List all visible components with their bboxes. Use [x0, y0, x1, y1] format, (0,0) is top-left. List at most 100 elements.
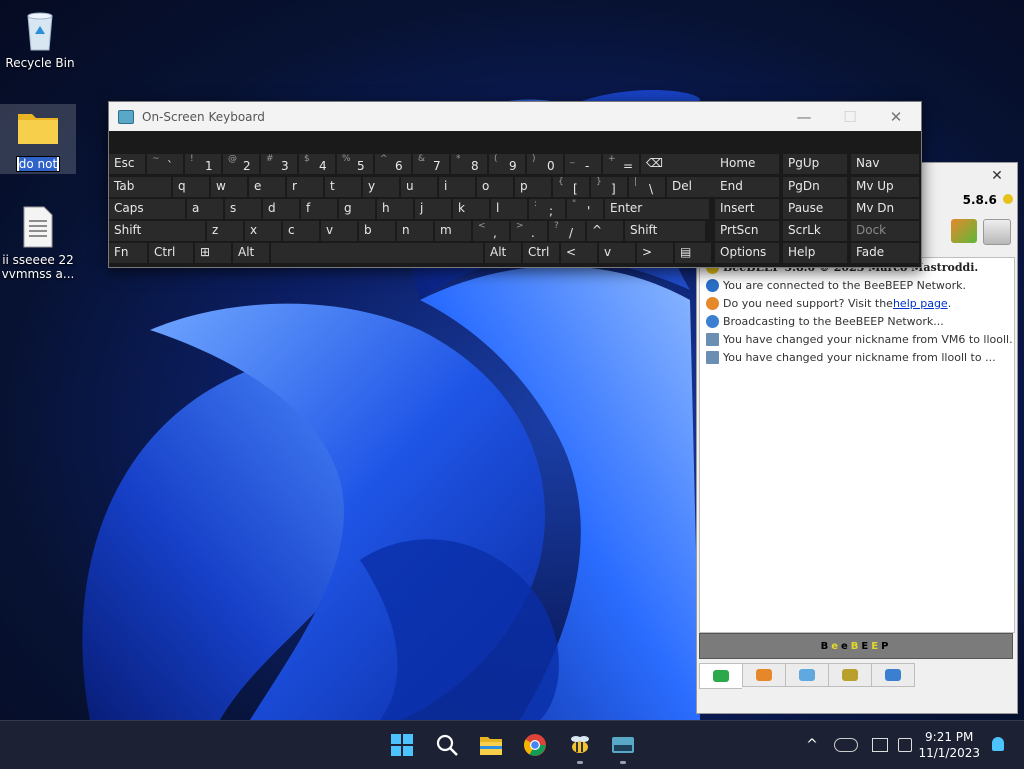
key-7[interactable]: & 7: [413, 154, 449, 174]
key-alt[interactable]: Alt: [233, 243, 269, 263]
key-pgdn[interactable]: PgDn: [783, 177, 847, 197]
key-8[interactable]: * 8: [451, 154, 487, 174]
desktop-icon-text-file[interactable]: ii sseeee 22 vvmmss a...: [0, 205, 76, 281]
key-1[interactable]: ! 1: [185, 154, 221, 174]
key-q[interactable]: q: [173, 177, 209, 197]
key-m[interactable]: m: [435, 221, 471, 241]
key-tab[interactable]: Tab: [109, 177, 171, 197]
key-6[interactable]: ^ 6: [375, 154, 411, 174]
key-end[interactable]: End: [715, 177, 779, 197]
key-[interactable]: " ': [567, 199, 603, 219]
key-g[interactable]: g: [339, 199, 375, 219]
key-[interactable]: ? /: [549, 221, 585, 241]
key-r[interactable]: r: [287, 177, 323, 197]
key-[interactable]: <,: [473, 221, 509, 241]
key-c[interactable]: c: [283, 221, 319, 241]
key-fade[interactable]: Fade: [851, 243, 919, 263]
start-button[interactable]: [390, 733, 414, 757]
key-o[interactable]: o: [477, 177, 513, 197]
desktop-icon-recycle-bin[interactable]: Recycle Bin: [2, 8, 78, 70]
key-[interactable]: | \: [629, 177, 665, 197]
key-pause[interactable]: Pause: [783, 199, 847, 219]
key-[interactable]: <: [561, 243, 597, 263]
key-l[interactable]: l: [491, 199, 527, 219]
key-j[interactable]: j: [415, 199, 451, 219]
key-p[interactable]: p: [515, 177, 551, 197]
key-pgup[interactable]: PgUp: [783, 154, 847, 174]
onedrive-offline-icon[interactable]: [834, 738, 858, 752]
trash-icon[interactable]: [983, 219, 1011, 245]
beebeep-taskbar-button[interactable]: [568, 733, 592, 757]
key-[interactable]: {[: [553, 177, 589, 197]
key-insert[interactable]: Insert: [715, 199, 779, 219]
key-mvup[interactable]: Mv Up: [851, 177, 919, 197]
key-y[interactable]: y: [363, 177, 399, 197]
key-0[interactable]: ) 0: [527, 154, 563, 174]
rename-field[interactable]: do not: [15, 156, 61, 172]
chrome-button[interactable]: [523, 733, 547, 757]
tab-groups[interactable]: [828, 663, 871, 687]
key-5[interactable]: % 5: [337, 154, 373, 174]
key-[interactable]: _ -: [565, 154, 601, 174]
key-[interactable]: }]: [591, 177, 627, 197]
key-esc[interactable]: Esc: [109, 154, 145, 174]
volume-muted-icon[interactable]: [898, 738, 912, 752]
key-[interactable]: + =: [603, 154, 639, 174]
key-f[interactable]: f: [301, 199, 337, 219]
key-u[interactable]: u: [401, 177, 437, 197]
show-hidden-icons-button[interactable]: ^: [800, 737, 824, 753]
key-k[interactable]: k: [453, 199, 489, 219]
key-shift[interactable]: Shift: [109, 221, 205, 241]
key-3[interactable]: #3: [261, 154, 297, 174]
desktop-icon-folder[interactable]: do not: [0, 104, 76, 174]
key-enter[interactable]: Enter: [605, 199, 709, 219]
tab-chats[interactable]: [785, 663, 828, 687]
key-[interactable]: ~ `: [147, 154, 183, 174]
key-d[interactable]: d: [263, 199, 299, 219]
key-n[interactable]: n: [397, 221, 433, 241]
key-[interactable]: >.: [511, 221, 547, 241]
key-scrlk[interactable]: ScrLk: [783, 221, 847, 241]
key-fn[interactable]: Fn: [109, 243, 147, 263]
tab-users[interactable]: [742, 663, 785, 687]
tab-chat[interactable]: [699, 663, 742, 689]
key-2[interactable]: @2: [223, 154, 259, 174]
key-ctrl[interactable]: Ctrl: [523, 243, 559, 263]
key-b[interactable]: b: [359, 221, 395, 241]
search-button[interactable]: [435, 733, 459, 757]
key-shift[interactable]: Shift: [625, 221, 705, 241]
key-[interactable]: >: [637, 243, 673, 263]
chat-log[interactable]: BeeBEEP 5.8.6 © 2023 Marco Mastroddi. Yo…: [699, 257, 1015, 633]
key-prtscn[interactable]: PrtScn: [715, 221, 779, 241]
key-4[interactable]: $4: [299, 154, 335, 174]
key-[interactable]: ⌫: [641, 154, 719, 174]
network-icon[interactable]: [872, 738, 888, 752]
key-[interactable]: :;: [529, 199, 565, 219]
osk-taskbar-button[interactable]: [611, 733, 635, 757]
key-v[interactable]: v: [321, 221, 357, 241]
key-e[interactable]: e: [249, 177, 285, 197]
key-t[interactable]: t: [325, 177, 361, 197]
key-space[interactable]: [271, 243, 483, 263]
key-options[interactable]: Options: [715, 243, 779, 263]
key-x[interactable]: x: [245, 221, 281, 241]
notification-bell-icon[interactable]: [992, 737, 1004, 751]
tab-network[interactable]: [871, 663, 915, 687]
key-w[interactable]: w: [211, 177, 247, 197]
key-h[interactable]: h: [377, 199, 413, 219]
key-a[interactable]: a: [187, 199, 223, 219]
close-button[interactable]: ✕: [873, 102, 919, 131]
key-[interactable]: ^: [587, 221, 623, 241]
search-icon[interactable]: [919, 219, 945, 243]
key-[interactable]: ⊞: [195, 243, 231, 263]
file-explorer-button[interactable]: [479, 733, 503, 757]
key-nav[interactable]: Nav: [851, 154, 919, 174]
key-mvdn[interactable]: Mv Dn: [851, 199, 919, 219]
update-icon[interactable]: [951, 219, 977, 243]
beebeep-close-button[interactable]: ✕: [977, 168, 1017, 184]
key-9[interactable]: (9: [489, 154, 525, 174]
key-z[interactable]: z: [207, 221, 243, 241]
taskbar-clock[interactable]: 9:21 PM 11/1/2023: [918, 729, 980, 761]
key-caps[interactable]: Caps: [109, 199, 185, 219]
minimize-button[interactable]: —: [781, 102, 827, 131]
